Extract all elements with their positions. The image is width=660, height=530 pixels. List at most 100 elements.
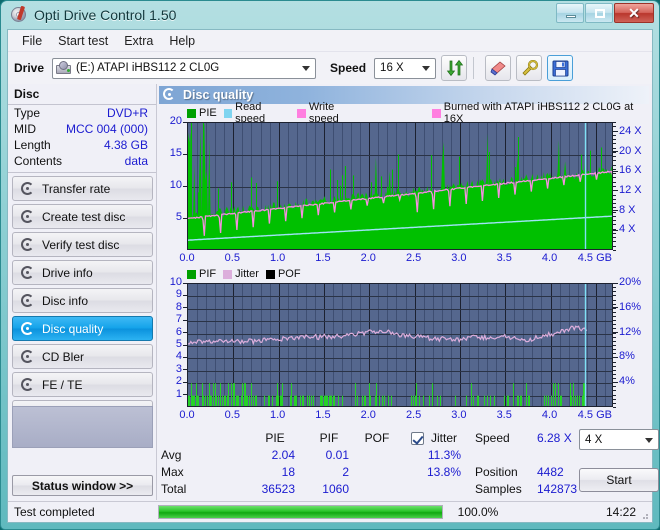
row-header-avg: Avg [161,448,182,462]
start-button[interactable]: Start [579,468,659,492]
legend-swatch-icon [432,108,441,118]
menu-file[interactable]: File [14,31,50,51]
y-axis-tick-right: 20 X [619,144,642,157]
erase-disc-button[interactable] [485,55,512,81]
y-axis-minor-tick [613,143,616,145]
y-axis-minor-tick [613,307,616,309]
jitter-checkbox[interactable] [411,432,424,445]
chevron-down-icon [422,66,431,71]
y-axis-tick-left: 4 [175,350,182,363]
y-axis-minor-tick [613,353,616,355]
y-axis-tick-left: 20 [169,115,182,127]
y-axis-tick-right: 12 X [619,183,642,196]
y-axis-minor-tick [613,122,616,123]
y-axis-minor-tick [613,194,616,196]
y-axis-minor-tick [613,299,616,301]
maximize-button[interactable] [585,3,613,23]
x-axis-tick: 4.0 [541,252,558,264]
y-axis-minor-tick [613,241,616,243]
sidebar-item-transfer-rate[interactable]: Transfer rate [12,176,153,201]
col-header-pif: PIF [319,431,339,445]
main-area: Disc Type DVD+R MID MCC 004 (000) Length… [8,84,659,500]
legend-swatch-icon [187,108,196,118]
x-axis-tick: 1.5 [315,409,331,421]
y-axis-minor-tick [613,291,616,293]
y-axis-minor-tick [613,316,616,318]
sidebar-item-disc-info[interactable]: Disc info [12,288,153,313]
menu-extra[interactable]: Extra [116,31,161,51]
sidebar-item-drive-info[interactable]: Drive info [12,260,153,285]
disc-length-label: Length [14,138,51,152]
x-axis-tick: 2.5 [405,409,422,421]
save-results-button[interactable] [547,55,574,81]
y-axis-tickmark [183,217,187,219]
toolbar-separator [473,57,475,79]
drive-select[interactable]: (E:) ATAPI iHBS112 2 CL0G [52,57,317,79]
disc-quality-pif-jitter-chart: 10 9 8 7 6 5 4 3 2 1 20% 16% 12% 8% 4% 0.0 0.5 1.0 1.5 2.0 2… [159,276,649,423]
x-axis-tick: 4.5 GB [577,409,612,421]
sidebar-item-disc-quality[interactable]: Disc quality [12,316,153,341]
y-axis-tick-left: 7 [175,313,182,326]
y-axis-minor-tick [613,130,616,132]
disc-quality-icon [20,321,36,337]
legend-pie: PIE [187,107,217,119]
sidebar-item-verify-test-disc[interactable]: Verify test disc [12,232,153,257]
minimize-button[interactable] [556,3,584,23]
menu-help[interactable]: Help [161,31,203,51]
speed-stat-label: Speed [475,431,510,445]
disc-row-mid: MID MCC 004 (000) [8,121,156,137]
eraser-icon [490,60,508,76]
tools-icon [521,59,539,77]
settings-tools-button[interactable] [516,55,543,81]
sidebar-item-fe-te[interactable]: FE / TE [12,372,153,397]
y-axis-minor-tick [613,328,616,330]
test-speed-select[interactable]: 4 X [579,429,659,450]
menu-start-test[interactable]: Start test [50,31,116,51]
y-axis-minor-tick [613,228,616,230]
y-axis-minor-tick [613,386,616,388]
x-axis-tick: 3.5 [496,252,512,264]
sidebar-item-label: Disc info [42,293,89,308]
status-window-button[interactable]: Status window >> [12,475,153,496]
test-speed-select-value: 4 X [585,433,603,446]
x-axis-tick: 4.5 GB [577,252,612,264]
sidebar-item-cd-bler[interactable]: CD Bler [12,344,153,369]
x-axis-tick: 0.5 [224,409,240,421]
y-axis-minor-tick [613,126,616,128]
chart2-legend: PIF Jitter POF [159,267,649,281]
avg-pif-value: 0.01 [325,448,349,462]
y-axis-minor-tick [613,156,616,158]
y-axis-tickmark [613,229,618,231]
y-axis-tick-left: 1 [175,387,182,400]
y-axis-minor-tick [613,177,616,179]
disc-drive-icon [20,265,36,281]
close-icon: ✕ [628,5,640,21]
x-axis-tick: 3.5 [496,409,512,421]
disc-length-value: 4.38 GB [103,138,148,152]
legend-swatch-icon [223,269,233,279]
speed-select[interactable]: 16 X [374,57,437,79]
drive-select-value: (E:) ATAPI iHBS112 2 CL0G [76,62,220,74]
y-axis-minor-tick [613,336,616,338]
y-axis-minor-tick [613,164,616,166]
refresh-drive-button[interactable] [441,55,468,81]
disc-section-header: Disc [8,84,156,105]
close-button[interactable]: ✕ [614,3,654,23]
y-axis-minor-tick [613,173,616,175]
legend-jitter: Jitter [223,268,259,280]
y-axis-tick-right: 8% [619,350,635,363]
col-header-pie: PIE [265,431,285,445]
sidebar-item-label: Verify test disc [42,237,120,252]
disc-quality-pie-chart: 20 15 10 5 24 X 20 X 16 X 12 X 8 X 4 X 0.0 0.5 1.0 1.… [159,115,649,266]
col-header-pof: POF [364,431,390,445]
resize-grip-icon[interactable] [639,510,649,520]
y-axis-tickmark [183,344,187,346]
y-axis-tickmark [183,185,187,187]
y-axis-minor-tick [613,398,616,400]
plot-area [187,283,613,407]
disc-bler-icon [20,349,36,365]
max-pif-value: 2 [342,465,349,479]
row-header-max: Max [161,465,184,479]
sidebar-item-create-test-disc[interactable]: Create test disc [12,204,153,229]
y-axis-tickmark [183,282,187,284]
